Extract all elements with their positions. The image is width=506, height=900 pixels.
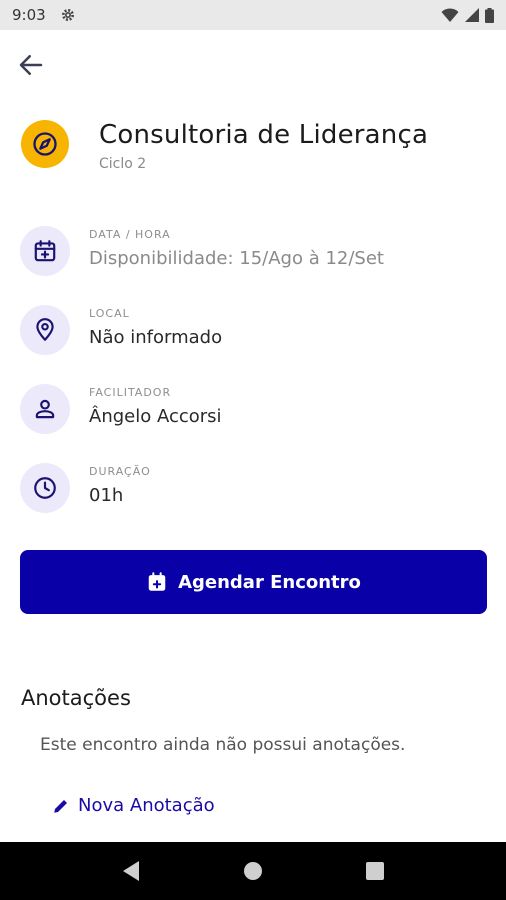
detail-row-location: LOCAL Não informado	[20, 305, 486, 357]
detail-label-date: DATA / HORA	[89, 228, 171, 241]
detail-value-date: Disponibilidade: 15/Ago à 12/Set	[89, 248, 384, 269]
schedule-meeting-button[interactable]: Agendar Encontro	[20, 550, 487, 614]
detail-label-location: LOCAL	[89, 307, 130, 320]
battery-icon	[485, 7, 494, 23]
nav-back-button[interactable]	[111, 851, 151, 891]
back-button[interactable]	[16, 50, 46, 80]
calendar-plus-icon	[148, 572, 166, 591]
new-note-button[interactable]: Nova Anotação	[52, 795, 215, 816]
compass-icon	[33, 132, 57, 156]
signal-icon	[465, 8, 479, 22]
pencil-icon	[54, 799, 67, 813]
detail-label-facilitator: FACILITADOR	[89, 386, 172, 399]
detail-icon-badge	[20, 305, 70, 355]
schedule-meeting-label: Agendar Encontro	[178, 571, 361, 593]
back-triangle-icon	[123, 861, 139, 881]
settings-icon	[61, 9, 74, 21]
nav-home-button[interactable]	[233, 851, 273, 891]
page-subtitle: Ciclo 2	[99, 156, 147, 172]
notes-section-title: Anotações	[21, 686, 131, 710]
arrow-left-icon	[19, 55, 43, 75]
status-indicators	[441, 7, 494, 23]
detail-label-duration: DURAÇÃO	[89, 465, 151, 478]
detail-row-duration: DURAÇÃO 01h	[20, 463, 486, 515]
detail-row-facilitator: FACILITADOR Ângelo Accorsi	[20, 384, 486, 436]
clock-icon	[34, 477, 56, 499]
detail-icon-badge	[20, 384, 70, 434]
header-icon-badge	[21, 120, 69, 168]
detail-value-duration: 01h	[89, 485, 124, 506]
page-title: Consultoria de Liderança	[99, 120, 429, 150]
wifi-icon	[441, 7, 459, 22]
person-icon	[35, 399, 55, 419]
detail-value-facilitator: Ângelo Accorsi	[89, 406, 222, 427]
home-circle-icon	[244, 862, 262, 880]
location-pin-icon	[36, 318, 54, 341]
notes-empty-message: Este encontro ainda não possui anotações…	[40, 735, 406, 755]
recents-square-icon	[366, 862, 384, 880]
status-bar: 9:03	[0, 0, 506, 30]
calendar-plus-icon	[34, 240, 56, 262]
new-note-label: Nova Anotação	[78, 795, 215, 816]
detail-icon-badge	[20, 226, 70, 276]
detail-value-location: Não informado	[89, 327, 223, 348]
status-time: 9:03	[12, 6, 46, 24]
system-nav-bar	[0, 842, 506, 900]
nav-recents-button[interactable]	[355, 851, 395, 891]
detail-row-date: DATA / HORA Disponibilidade: 15/Ago à 12…	[20, 226, 486, 278]
detail-icon-badge	[20, 463, 70, 513]
